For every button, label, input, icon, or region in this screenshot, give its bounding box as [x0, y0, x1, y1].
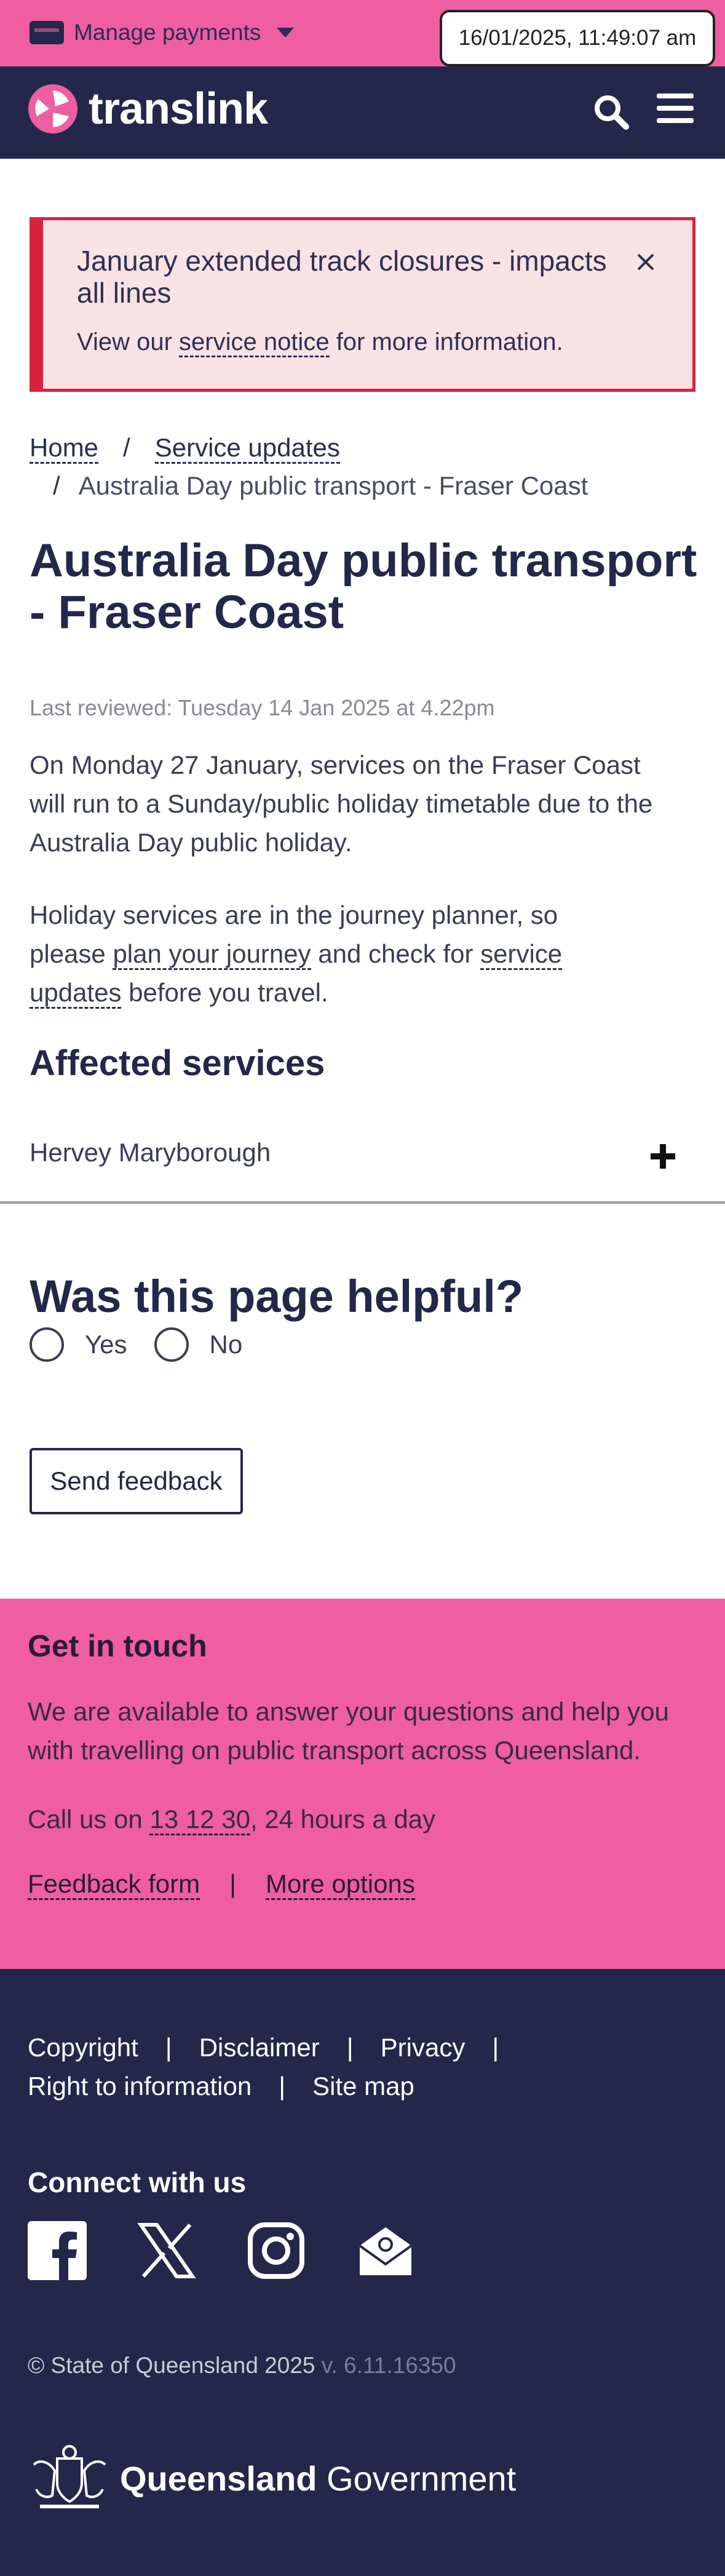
- alert-title: January extended track closures - impact…: [77, 245, 607, 309]
- service-notice-link[interactable]: service notice: [179, 328, 330, 357]
- site-footer: Copyright | Disclaimer | Privacy | Right to i…: [0, 1969, 725, 2576]
- disclaimer-link[interactable]: Disclaimer: [199, 2033, 320, 2062]
- get-in-touch-text: We are available to answer your question…: [28, 1697, 669, 1765]
- breadcrumb-home[interactable]: Home: [30, 433, 99, 464]
- search-button[interactable]: [590, 91, 633, 134]
- x-icon[interactable]: [137, 2221, 196, 2280]
- translink-logo[interactable]: translink: [28, 84, 268, 134]
- planner-paragraph: Holiday services are in the journey plan…: [30, 896, 583, 1012]
- yes-radio[interactable]: [30, 1327, 64, 1362]
- version-text: v. 6.11.16350: [321, 2353, 456, 2378]
- intro-paragraph: On Monday 27 January, services on the Fr…: [30, 750, 653, 857]
- helpful-heading: Was this page helpful?: [30, 1271, 524, 1322]
- yes-label: Yes: [85, 1330, 127, 1359]
- phone-link[interactable]: 13 12 30: [149, 1805, 250, 1835]
- alert-close-button[interactable]: [633, 250, 658, 274]
- close-icon: [637, 253, 654, 271]
- accordion-hervey-maryborough[interactable]: Hervey Maryborough: [0, 1126, 725, 1204]
- get-in-touch-heading: Get in touch: [28, 1629, 207, 1663]
- copyright-text: © State of Queensland 2025 v. 6.11.16350: [28, 2353, 456, 2378]
- breadcrumb-separator: /: [53, 471, 60, 500]
- facebook-icon[interactable]: [28, 2221, 87, 2280]
- social-links: [28, 2221, 415, 2280]
- utility-bar: Manage payments 16/01/2025, 11:49:07 am: [0, 0, 725, 66]
- plan-journey-link[interactable]: plan your journey: [113, 939, 311, 970]
- no-radio[interactable]: [154, 1327, 189, 1362]
- queensland-government-text: Queensland Government: [120, 2459, 517, 2498]
- manage-payments-label: Manage payments: [74, 20, 261, 45]
- timestamp: 16/01/2025, 11:49:07 am: [440, 10, 715, 66]
- menu-button[interactable]: [657, 93, 694, 130]
- copyright-link[interactable]: Copyright: [28, 2033, 138, 2062]
- menu-icon: [657, 93, 694, 98]
- search-icon: [595, 95, 629, 130]
- call-us-text: Call us on 13 12 30, 24 hours a day: [28, 1805, 435, 1835]
- affected-services-heading: Affected services: [30, 1043, 325, 1083]
- email-icon[interactable]: [356, 2221, 415, 2280]
- breadcrumb-separator: /: [123, 433, 130, 462]
- send-feedback-button[interactable]: Send feedback: [30, 1448, 243, 1514]
- caret-down-icon: [277, 28, 295, 38]
- alert-body: View our service notice for more informa…: [77, 328, 563, 357]
- accordion-label: Hervey Maryborough: [30, 1138, 271, 1167]
- alert-banner: January extended track closures - impact…: [30, 217, 695, 392]
- credit-card-icon: [30, 21, 64, 44]
- footer-links: Copyright | Disclaimer | Privacy | Right to i…: [28, 2033, 499, 2101]
- contact-links: Feedback form | More options: [28, 1869, 415, 1900]
- more-options-link[interactable]: More options: [266, 1869, 415, 1900]
- privacy-link[interactable]: Privacy: [381, 2033, 466, 2062]
- breadcrumb: Home / Service updates / Australia Day publ…: [30, 429, 700, 505]
- queensland-crest-icon: [33, 2445, 106, 2508]
- breadcrumb-service-updates[interactable]: Service updates: [154, 433, 340, 464]
- logo-text: translink: [89, 84, 268, 133]
- last-reviewed: Last reviewed: Tuesday 14 Jan 2025 at 4.…: [30, 695, 495, 720]
- page-title: Australia Day public transport - Fraser …: [30, 535, 697, 638]
- feedback-form-link[interactable]: Feedback form: [28, 1869, 200, 1900]
- connect-heading: Connect with us: [28, 2166, 247, 2198]
- queensland-government-logo[interactable]: Queensland Government: [28, 2440, 516, 2516]
- site-header: translink: [0, 66, 725, 159]
- no-label: No: [209, 1330, 243, 1359]
- translink-logo-icon: [28, 84, 77, 133]
- helpful-options: Yes No: [30, 1327, 242, 1362]
- breadcrumb-current: Australia Day public transport - Fraser …: [78, 471, 588, 500]
- manage-payments-dropdown[interactable]: Manage payments: [30, 17, 295, 48]
- instagram-icon[interactable]: [247, 2221, 306, 2280]
- site-map-link[interactable]: Site map: [312, 2072, 414, 2101]
- get-in-touch-section: Get in touch We are available to answer …: [0, 1599, 725, 1969]
- right-to-information-link[interactable]: Right to information: [28, 2072, 252, 2101]
- plus-icon: [651, 1144, 675, 1169]
